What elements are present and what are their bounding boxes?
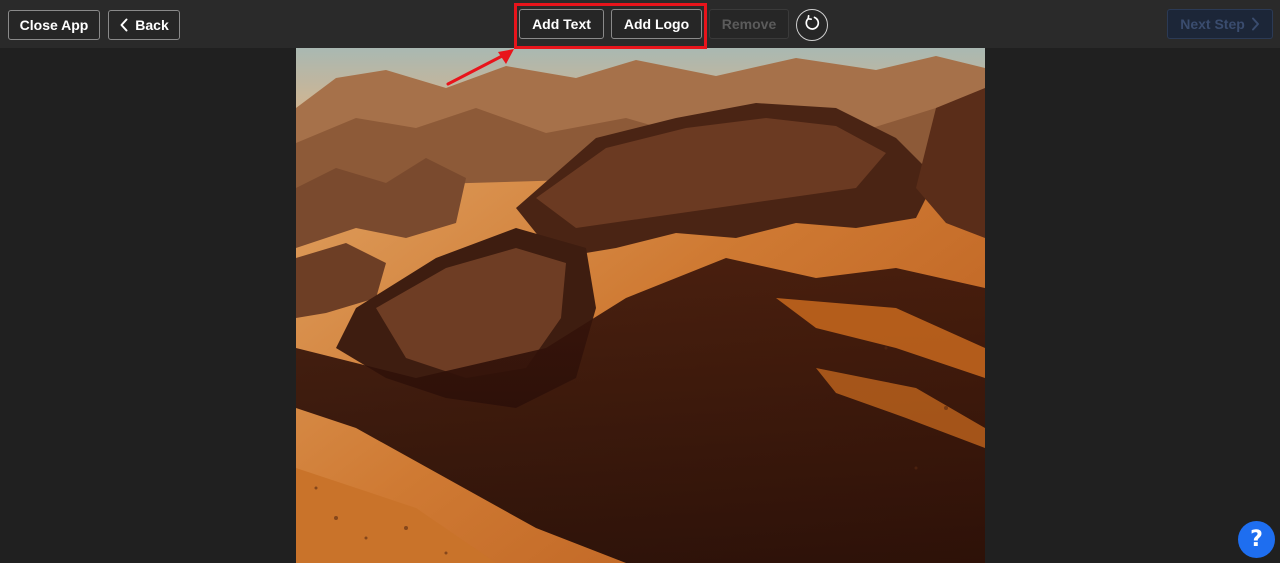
- question-icon: ?: [1250, 527, 1263, 552]
- add-text-button[interactable]: Add Text: [519, 9, 604, 39]
- refresh-icon: [803, 14, 821, 37]
- close-app-label: Close App: [19, 17, 89, 33]
- close-app-button[interactable]: Close App: [8, 10, 100, 40]
- top-toolbar: Close App Back Add Text Add Logo Remove …: [0, 0, 1280, 48]
- chevron-right-icon: [1251, 17, 1260, 31]
- reset-button[interactable]: [796, 9, 828, 41]
- next-step-label: Next Step: [1180, 16, 1245, 32]
- add-logo-label: Add Logo: [623, 16, 690, 32]
- desert-photo: [296, 48, 985, 563]
- help-button[interactable]: ?: [1238, 521, 1275, 558]
- chevron-left-icon: [119, 18, 129, 32]
- add-text-label: Add Text: [532, 16, 591, 32]
- back-button[interactable]: Back: [108, 10, 180, 40]
- back-label: Back: [135, 17, 169, 33]
- desert-photo-graphic: [296, 48, 985, 563]
- remove-button[interactable]: Remove: [709, 9, 789, 39]
- add-logo-button[interactable]: Add Logo: [611, 9, 702, 39]
- next-step-button[interactable]: Next Step: [1167, 9, 1273, 39]
- remove-label: Remove: [721, 16, 777, 32]
